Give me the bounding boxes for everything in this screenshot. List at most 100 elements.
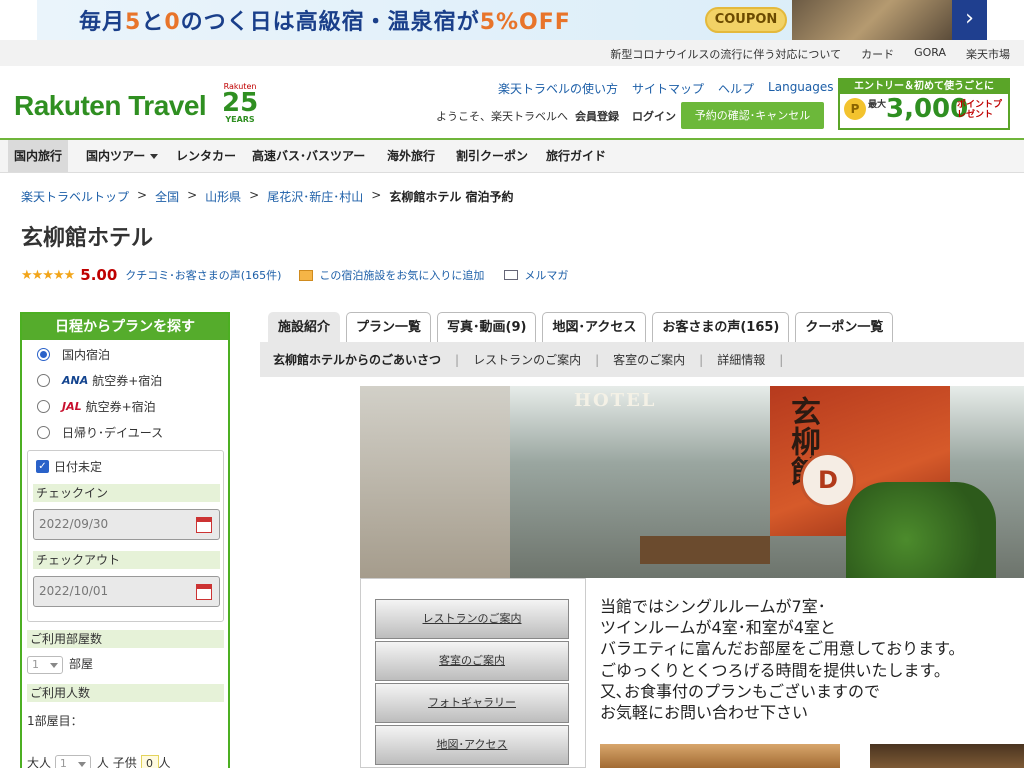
menu-rooms-button[interactable]: 客室のご案内 [375, 641, 569, 681]
radio[interactable] [37, 425, 50, 439]
option-dayuse[interactable]: 日帰り･デイユース [37, 422, 227, 442]
top-banner-area: 毎月5と0のつく日は高級宿・温泉宿が5%OFF COUPON › [0, 0, 1024, 40]
nav-domestic-travel[interactable]: 国内旅行 [8, 140, 69, 172]
tab-map[interactable]: 地図･アクセス [542, 312, 647, 342]
nav-domestic-tour[interactable]: 国内ツアー [80, 140, 164, 172]
tab-facility-intro[interactable]: 施設紹介 [268, 312, 341, 342]
utility-link-card[interactable]: カード [861, 46, 894, 62]
adult-select[interactable]: 1 [54, 754, 91, 768]
radio[interactable] [37, 399, 50, 413]
login-link[interactable]: ログイン [632, 108, 676, 124]
mail-icon [504, 270, 519, 280]
subnav-rooms[interactable]: 客室のご案内 [613, 351, 685, 368]
plan-search-sidebar: 日程からプランを探す 国内宿泊 ANA 航空券+宿泊 JAL 航空券+宿泊 日帰り･… [20, 312, 230, 768]
anniversary-logo: Rakuten 25 YEARS [222, 82, 259, 124]
breadcrumb-sep: > [187, 188, 198, 202]
hotel-tabs: 施設紹介 プラン一覧 写真･動画(9) 地図･アクセス お客さまの声(165) … [268, 312, 894, 342]
breadcrumb-top[interactable]: 楽天トラベルトップ [21, 188, 129, 205]
breadcrumb: 楽天トラベルトップ > 全国 > 山形県 > 尾花沢･新庄･村山 > 玄柳館ホテ… [21, 188, 514, 205]
languages-menu[interactable]: Languages [768, 80, 846, 97]
tab-coupons[interactable]: クーポン一覧 [795, 312, 894, 342]
subnav-restaurant[interactable]: レストランのご案内 [473, 351, 581, 368]
banner-coupon-badge: COUPON [705, 7, 787, 33]
child-input[interactable]: 0 [140, 754, 159, 768]
date-undecided-checkbox[interactable]: ✓ 日付未定 [36, 458, 102, 475]
hotel-hero-image: HOTEL 玄柳館 D [360, 386, 1024, 578]
mailmag-link[interactable]: メルマガ [524, 267, 568, 283]
people-row: 大人 1人 子供 0人 [27, 754, 171, 768]
breadcrumb-sep: > [371, 188, 382, 202]
photo-thumbnail [870, 744, 1024, 768]
option-jal-stay[interactable]: JAL 航空券+宿泊 [37, 396, 227, 416]
utility-link-covid[interactable]: 新型コロナウイルスの流行に伴う対応について [610, 46, 841, 62]
breadcrumb-nationwide[interactable]: 全国 [155, 188, 179, 205]
check-icon[interactable]: ✓ [36, 460, 49, 473]
rating-row: ★★★★★ 5.00 クチコミ･お客さまの声(165件) この宿泊施設をお気に入… [21, 266, 568, 284]
banner-headline: 毎月5と0のつく日は高級宿・温泉宿が5%OFF [79, 10, 571, 35]
sub-nav: 玄柳館ホテルからのごあいさつ | レストランのご案内 | 客室のご案内 | 詳細… [260, 342, 1024, 377]
calendar-icon[interactable] [196, 517, 212, 533]
rooms-select[interactable]: 1 [27, 655, 63, 674]
breadcrumb-sep: > [249, 188, 260, 202]
subnav-details[interactable]: 詳細情報 [717, 351, 765, 368]
tab-photos[interactable]: 写真･動画(9) [437, 312, 537, 342]
register-link[interactable]: 会員登録 [575, 108, 619, 124]
ana-logo: ANA [62, 373, 89, 387]
subnav-greeting[interactable]: 玄柳館ホテルからのごあいさつ [273, 351, 441, 368]
menu-access-button[interactable]: 地図･アクセス [375, 725, 569, 765]
tab-plans[interactable]: プラン一覧 [346, 312, 432, 342]
checkin-input[interactable]: 2022/09/30 [33, 509, 220, 540]
main-nav: 国内旅行 国内ツアー レンタカー 高速バス･バスツアー 海外旅行 割引クーポン … [0, 140, 1024, 173]
subnav-divider: | [595, 352, 600, 367]
radio[interactable] [37, 373, 50, 387]
banner-photo [792, 0, 952, 40]
option-domestic-stay[interactable]: 国内宿泊 [37, 344, 227, 364]
site-header: Rakuten Travel Rakuten 25 YEARS 楽天トラベルの使… [0, 66, 1024, 140]
utility-bar: 新型コロナウイルスの流行に伴う対応について カード GORA 楽天市場 [0, 40, 1024, 66]
checkout-label: チェックアウト [33, 551, 220, 569]
tab-reviews[interactable]: お客さまの声(165) [652, 312, 790, 342]
utility-link-ichiba[interactable]: 楽天市場 [966, 46, 1010, 62]
site-logo[interactable]: Rakuten Travel [14, 90, 207, 122]
content-side-menu: レストランのご案内 客室のご案内 フォトギャラリー 地図･アクセス [360, 578, 586, 768]
photo-thumbnail [600, 744, 840, 768]
nav-guide[interactable]: 旅行ガイド [540, 140, 612, 172]
subnav-divider: | [699, 352, 704, 367]
reservation-check-button[interactable]: 予約の確認･キャンセル [681, 102, 824, 129]
promo-banner[interactable]: 毎月5と0のつく日は高級宿・温泉宿が5%OFF COUPON › [37, 0, 987, 40]
menu-restaurant-button[interactable]: レストランのご案内 [375, 599, 569, 639]
utility-link-gora[interactable]: GORA [914, 46, 946, 62]
hero-wall [360, 386, 510, 578]
promo-max-label: 最大 [868, 100, 887, 110]
breadcrumb-sep: > [137, 188, 148, 202]
breadcrumb-area[interactable]: 尾花沢･新庄･村山 [267, 188, 363, 205]
room1-label: 1部屋目： [27, 714, 83, 728]
calendar-icon[interactable] [196, 584, 212, 600]
sidebar-title: 日程からプランを探す [22, 314, 228, 340]
help-link[interactable]: ヘルプ [718, 80, 754, 97]
rooms-label: ご利用部屋数 [27, 630, 224, 648]
sitemap-link[interactable]: サイトマップ [632, 80, 704, 97]
greeting-text: 当館ではシングルルームが7室･ ツインルームが4室･和室が4室と バラエティに富… [600, 597, 965, 723]
checkout-input[interactable]: 2022/10/01 [33, 576, 220, 607]
add-favorite-link[interactable]: この宿泊施設をお気に入りに追加 [319, 267, 484, 283]
breadcrumb-prefecture[interactable]: 山形県 [205, 188, 241, 205]
subnav-divider: | [779, 352, 784, 367]
chevron-right-icon[interactable]: › [952, 0, 987, 40]
reviews-link[interactable]: クチコミ･お客さまの声(165件) [125, 267, 281, 283]
how-to-use-link[interactable]: 楽天トラベルの使い方 [498, 80, 618, 97]
nav-coupon[interactable]: 割引クーポン [450, 140, 534, 172]
checkin-label: チェックイン [33, 484, 220, 502]
favorite-icon [299, 269, 314, 281]
nav-bus[interactable]: 高速バス･バスツアー [246, 140, 371, 172]
hero-bar-logo: D [800, 452, 856, 508]
radio-selected[interactable] [37, 347, 50, 361]
star-rating-icon: ★★★★★ [21, 267, 75, 283]
points-promo-banner[interactable]: エントリー＆初めて使うごとに P 最大 3,000 ポイントプレゼント [838, 78, 1010, 130]
menu-gallery-button[interactable]: フォトギャラリー [375, 683, 569, 723]
hero-bench [640, 536, 770, 564]
nav-overseas[interactable]: 海外旅行 [381, 140, 441, 172]
option-ana-stay[interactable]: ANA 航空券+宿泊 [37, 370, 227, 390]
nav-rentacar[interactable]: レンタカー [170, 140, 242, 172]
rooms-row: 1 部屋 [27, 655, 93, 674]
